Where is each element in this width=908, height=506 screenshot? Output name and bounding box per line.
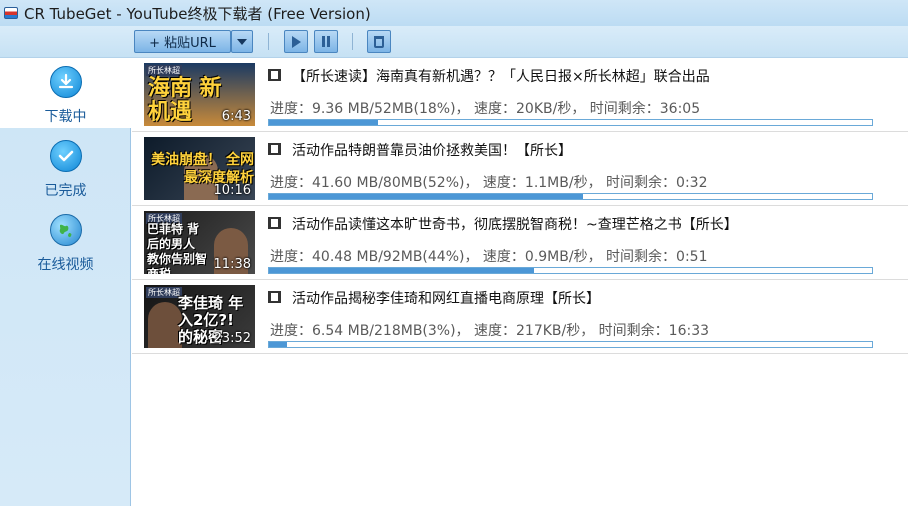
trash-icon	[374, 35, 384, 48]
window-title: CR TubeGet - YouTube终极下载者 (Free Version)	[24, 4, 371, 23]
list-item[interactable]: 所长林超 巴菲特 背后的男人 教你告别智商税 11:38 活动作品读懂这本旷世奇…	[132, 206, 908, 280]
download-list: 所长林超 海南 新机遇 6:43 【所长速读】海南真有新机遇？？「人民日报×所长…	[132, 58, 908, 506]
list-item[interactable]: 所长林超 海南 新机遇 6:43 【所长速读】海南真有新机遇？？「人民日报×所长…	[132, 58, 908, 132]
paste-dropdown-button[interactable]	[231, 30, 253, 53]
video-title: 活动作品揭秘李佳琦和网红直播电商原理【所长】	[292, 291, 600, 307]
toolbar: + 粘贴URL	[0, 26, 908, 58]
app-window: CR TubeGet - YouTube终极下载者 (Free Version)…	[0, 0, 908, 506]
video-thumbnail[interactable]: 所长林超 李佳琦 年入2亿?! 的秘密 23:52	[144, 285, 255, 348]
download-status: 进度：40.48 MB/92MB(44%)， 速度：0.9MB/秒， 时间剩余：…	[270, 249, 708, 265]
play-icon	[291, 35, 301, 48]
thumbnail-caption: 海南 新机遇	[148, 76, 222, 125]
progress-bar	[268, 267, 873, 274]
sidebar-item-label: 在线视频	[37, 257, 94, 273]
thumbnail-badge: 所长林超	[146, 287, 182, 298]
download-icon	[49, 66, 82, 98]
delete-button[interactable]	[367, 30, 391, 53]
progress-bar	[268, 341, 873, 348]
thumbnail-badge: 所长林超	[146, 65, 182, 76]
film-icon	[268, 217, 281, 229]
thumbnail-person	[148, 302, 182, 348]
thumbnail-caption: 美油崩盘！ 全网最深度解析	[151, 152, 254, 186]
paste-url-button[interactable]: + 粘贴URL	[134, 30, 231, 53]
download-status: 进度：41.60 MB/80MB(52%)， 速度：1.1MB/秒， 时间剩余：…	[270, 175, 708, 191]
sidebar-item-downloading[interactable]: 下载中	[0, 58, 131, 128]
sidebar: 下载中 已完成 在线视频	[0, 58, 131, 506]
paste-url-label: + 粘贴URL	[149, 36, 216, 51]
film-icon	[268, 69, 281, 81]
video-thumbnail[interactable]: 美油崩盘！ 全网最深度解析 10:16	[144, 137, 255, 200]
duration-label: 23:52	[213, 331, 251, 346]
list-item[interactable]: 所长林超 李佳琦 年入2亿?! 的秘密 23:52 活动作品揭秘李佳琦和网红直播…	[132, 280, 908, 354]
video-thumbnail[interactable]: 所长林超 海南 新机遇 6:43	[144, 63, 255, 126]
sidebar-item-label: 已完成	[44, 183, 87, 199]
toolbar-divider	[268, 33, 269, 50]
globe-icon	[49, 214, 82, 246]
app-logo-icon	[4, 7, 18, 19]
progress-fill	[269, 194, 583, 199]
pause-button[interactable]	[314, 30, 338, 53]
progress-fill	[269, 120, 378, 125]
start-button[interactable]	[284, 30, 308, 53]
progress-bar	[268, 193, 873, 200]
video-title: 活动作品特朗普靠员油价拯救美国！【所长】	[292, 143, 572, 159]
progress-fill	[269, 268, 535, 273]
video-title: 活动作品读懂这本旷世奇书，彻底摆脱智商税！~查理芒格之书【所长】	[292, 217, 738, 233]
sidebar-item-online-video[interactable]: 在线视频	[0, 206, 131, 276]
title-bar: CR TubeGet - YouTube终极下载者 (Free Version)	[0, 0, 908, 26]
chevron-down-icon	[237, 38, 247, 45]
duration-label: 11:38	[213, 257, 251, 272]
sidebar-item-completed[interactable]: 已完成	[0, 132, 131, 202]
toolbar-divider	[352, 33, 353, 50]
check-icon	[49, 140, 82, 172]
progress-bar	[268, 119, 873, 126]
progress-fill	[269, 342, 288, 347]
sidebar-item-label: 下载中	[44, 109, 87, 125]
film-icon	[268, 291, 281, 303]
video-thumbnail[interactable]: 所长林超 巴菲特 背后的男人 教你告别智商税 11:38	[144, 211, 255, 274]
download-status: 进度：6.54 MB/218MB(3%)， 速度：217KB/秒， 时间剩余：1…	[270, 323, 710, 339]
video-title: 【所长速读】海南真有新机遇？？「人民日报×所长林超」联合出品	[292, 69, 710, 85]
download-status: 进度：9.36 MB/52MB(18%)， 速度：20KB/秒， 时间剩余：36…	[270, 101, 701, 117]
thumbnail-caption: 巴菲特 背后的男人 教你告别智商税	[147, 222, 208, 274]
pause-icon	[322, 36, 325, 47]
duration-label: 10:16	[213, 183, 251, 198]
duration-label: 6:43	[221, 109, 251, 124]
film-icon	[268, 143, 281, 155]
list-item[interactable]: 美油崩盘！ 全网最深度解析 10:16 活动作品特朗普靠员油价拯救美国！【所长】…	[132, 132, 908, 206]
